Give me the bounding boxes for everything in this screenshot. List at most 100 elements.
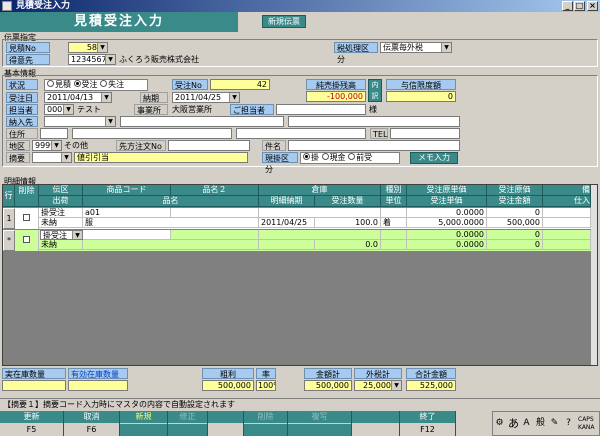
gen-tanka-cell[interactable]: 0.0000 (407, 208, 487, 218)
ime-general-mode[interactable]: 般 (535, 412, 546, 435)
jokyo-label: 状況 (6, 79, 38, 90)
chiku-code-select[interactable]: 9999 (32, 140, 62, 151)
juchu-no-field[interactable]: 42 (210, 79, 270, 90)
kenmei-field[interactable] (288, 140, 460, 151)
unit-cell[interactable]: 着 (381, 218, 407, 228)
meisai-grid: 行No 削除 伝区 出荷 商品コード 品名２ 品名 倉庫 明細納期 受注数量 種… (2, 184, 598, 366)
col-gyo-no: 行No (3, 185, 15, 222)
noki-cell[interactable] (259, 240, 315, 250)
denku-cell[interactable]: 掛受注 (39, 208, 83, 218)
genkake-radio-maeuke[interactable]: 前受 (348, 153, 372, 162)
ime-pad-icon[interactable]: ✎ (549, 412, 560, 435)
nonyu-name2-field[interactable] (288, 116, 460, 127)
delete-checkbox[interactable] (23, 236, 30, 243)
yubin-field[interactable] (40, 128, 68, 139)
radio-mitsumori-icon (47, 80, 54, 87)
soko-cell[interactable] (259, 230, 381, 240)
hinmei-cell[interactable] (83, 240, 259, 250)
nonyu-name-field[interactable] (120, 116, 284, 127)
qty-cell[interactable]: 100.0 (315, 218, 381, 228)
yoshin-value: 0 (386, 91, 456, 102)
hinmei-cell[interactable]: 服 (83, 218, 259, 228)
jokyo-radio-mitsumori[interactable]: 見積 (47, 80, 71, 89)
jigyosho-label: 事業所 (134, 104, 168, 115)
gokei-value: 525,000 (406, 380, 456, 391)
fkey-copy-button[interactable]: 複写 (288, 411, 352, 436)
shiire-cell[interactable] (543, 218, 591, 228)
noki-cell[interactable]: 2011/04/25 (259, 218, 315, 228)
kingaku-cell[interactable]: 0 (487, 240, 543, 250)
tekiyo-field[interactable]: 値引引当 (74, 152, 248, 163)
code-cell[interactable] (83, 230, 171, 240)
tokuisaki-code-select[interactable]: 1234567 (68, 54, 116, 65)
soko-cell[interactable] (259, 208, 381, 218)
col-shoka: 出荷 (39, 196, 83, 207)
bikou-cell[interactable] (543, 230, 591, 240)
denku-select[interactable]: 掛受注 (40, 230, 83, 240)
fkey-update-button[interactable]: 更新 F5 (0, 411, 64, 436)
shubetsu-cell[interactable] (381, 208, 407, 218)
jokyo-radio-juchu[interactable]: 受注 (73, 80, 98, 89)
delete-checkbox[interactable] (23, 214, 30, 221)
table-row[interactable]: 1 掛受注 未納 a01 服 2011/04/25 100.0 着 0.0000… (3, 208, 591, 229)
zei-select[interactable]: 伝票毎外税 (380, 42, 452, 53)
shoka-cell[interactable]: 未納 (39, 218, 83, 228)
gotanto-suffix: 様 (369, 105, 377, 114)
gen-tanka-cell[interactable]: 0.0000 (407, 230, 487, 240)
hinmei2-cell[interactable] (171, 208, 259, 218)
genkake-radio-genkin[interactable]: 現金 (321, 153, 346, 162)
qty-cell[interactable]: 0.0 (315, 240, 381, 250)
tanto-code-select[interactable]: 0001 (44, 104, 74, 115)
shiire-cell[interactable] (543, 240, 591, 250)
col-gen-tanka: 受注原単価 (407, 185, 487, 196)
ime-help-icon[interactable]: ? (563, 412, 574, 435)
genkake-radio-kake[interactable]: 掛 (303, 153, 319, 162)
jusho2-field[interactable] (236, 128, 366, 139)
jitsuzaiko-value (2, 380, 66, 391)
gen-kin-cell[interactable]: 0 (487, 208, 543, 218)
delete-cell (15, 230, 39, 251)
nonyu-select[interactable] (44, 116, 116, 127)
tel-field[interactable] (390, 128, 460, 139)
maximize-button[interactable]: □ (574, 1, 585, 11)
sakichumon-label: 先方注文No (116, 140, 166, 151)
jusho1-field[interactable] (72, 128, 232, 139)
noki-picker[interactable]: 2011/04/25 (172, 92, 240, 103)
shoka-cell[interactable]: 未納 (39, 240, 83, 250)
fkey-new-button[interactable]: 新規 (120, 411, 168, 436)
fkey-exit-button[interactable]: 終了 F12 (400, 411, 456, 436)
jokyo-radio-shicchu[interactable]: 失注 (100, 80, 124, 89)
tanto-label: 担当者 (6, 104, 38, 115)
sakichumon-field[interactable] (168, 140, 250, 151)
tanka-cell[interactable]: 0.0000 (407, 240, 487, 250)
ritsu-label: 率 (256, 368, 276, 379)
tekiyo-code-select[interactable] (32, 152, 72, 163)
fkey-cancel-button[interactable]: 取消 F6 (64, 411, 120, 436)
kingaku-cell[interactable]: 500,000 (487, 218, 543, 228)
ime-kana-icon[interactable]: A (521, 412, 532, 435)
ime-mode-indicator[interactable]: あ (508, 412, 519, 435)
grid-scrollbar[interactable] (591, 185, 597, 365)
juchu-date-picker[interactable]: 2011/04/13 (44, 92, 112, 103)
hinmei2-cell[interactable] (171, 230, 259, 240)
unit-cell[interactable] (381, 240, 407, 250)
ime-settings-icon[interactable]: ⚙ (494, 412, 505, 435)
minimize-button[interactable]: _ (562, 1, 573, 11)
uchiwake-button[interactable]: 内訳 (368, 79, 382, 102)
fkey-delete-button[interactable]: 削除 (244, 411, 288, 436)
gen-kin-cell[interactable]: 0 (487, 230, 543, 240)
bikou-cell[interactable] (543, 208, 591, 218)
window-titlebar: 見積受注入力 _ □ × (0, 0, 600, 12)
fkey-edit-button[interactable]: 修正 (168, 411, 208, 436)
arari-value: 500,000 (202, 380, 254, 391)
col-sakujo: 削除 (15, 185, 39, 207)
gotanto-field[interactable] (276, 104, 366, 115)
tanka-cell[interactable]: 5,000.0000 (407, 218, 487, 228)
sotozei-select[interactable]: 25,000 (354, 380, 402, 391)
code-cell[interactable]: a01 (83, 208, 171, 218)
close-button[interactable]: × (587, 1, 598, 11)
table-row[interactable]: * 掛受注 未納 0.0 0.0000 0.0000 0 0 (3, 230, 591, 251)
memo-input-button[interactable]: メモ入力 (410, 152, 458, 164)
mitsumori-no-select[interactable]: 58 (68, 42, 108, 53)
shubetsu-cell[interactable] (381, 230, 407, 240)
